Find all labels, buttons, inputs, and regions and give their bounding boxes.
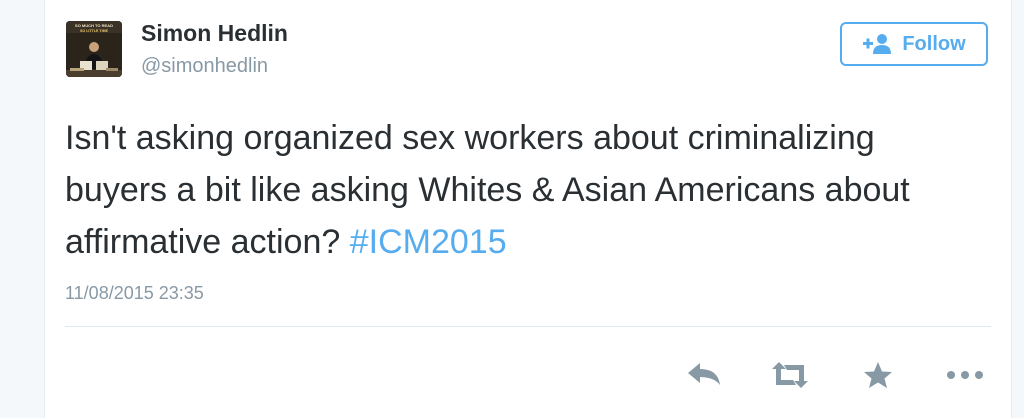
avatar-caption-top: SO MUCH TO READ bbox=[75, 23, 113, 28]
avatar-image: SO MUCH TO READ SO LITTLE TIME bbox=[66, 21, 122, 77]
author-handle[interactable]: @simonhedlin bbox=[141, 55, 268, 78]
tweet-actions bbox=[45, 352, 1011, 398]
reply-icon bbox=[686, 361, 722, 389]
avatar[interactable]: SO MUCH TO READ SO LITTLE TIME bbox=[66, 21, 122, 77]
retweet-button[interactable] bbox=[768, 352, 812, 398]
star-icon bbox=[863, 361, 893, 389]
hashtag-link[interactable]: #ICM2015 bbox=[350, 223, 507, 261]
tweet-card: SO MUCH TO READ SO LITTLE TIME Simon Hed… bbox=[44, 0, 1012, 418]
tweet-timestamp[interactable]: 11/08/2015 23:35 bbox=[65, 283, 204, 304]
tweet-text: Isn't asking organized sex workers about… bbox=[65, 112, 985, 268]
divider bbox=[65, 326, 991, 327]
author-name[interactable]: Simon Hedlin bbox=[141, 20, 288, 47]
reply-button[interactable] bbox=[682, 352, 726, 398]
favorite-button[interactable] bbox=[856, 352, 900, 398]
more-button[interactable] bbox=[943, 352, 987, 398]
add-user-icon bbox=[862, 32, 892, 56]
retweet-icon bbox=[770, 361, 810, 389]
avatar-caption-bottom: SO LITTLE TIME bbox=[80, 29, 109, 33]
follow-button[interactable]: Follow bbox=[840, 22, 988, 66]
more-icon bbox=[945, 369, 985, 381]
follow-label: Follow bbox=[902, 32, 966, 55]
